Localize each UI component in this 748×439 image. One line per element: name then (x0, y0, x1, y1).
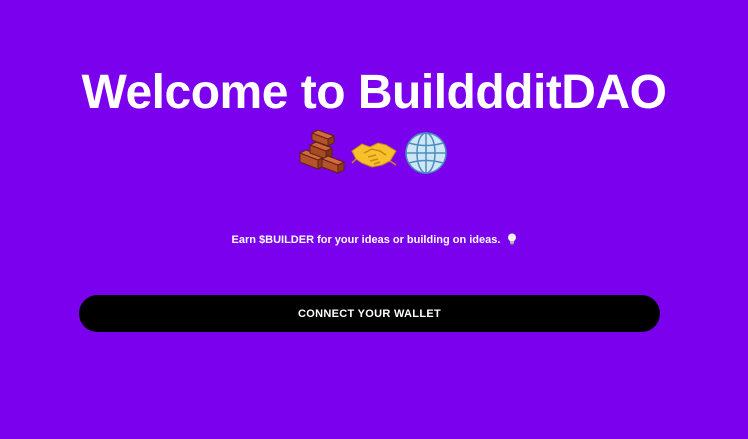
emoji-row (0, 128, 748, 178)
page-title: Welcome to BuilddditDAO (81, 66, 667, 119)
landing-page: Welcome to BuilddditDAO Earn $BUILDER fo… (0, 0, 748, 439)
lightbulb-icon (507, 233, 516, 245)
connect-wallet-button[interactable]: CONNECT YOUR WALLET (79, 295, 660, 332)
globe-icon (405, 132, 447, 174)
handshake-icon (351, 142, 397, 168)
tagline: Earn $BUILDER for your ideas or building… (0, 232, 748, 248)
tagline-text: Earn $BUILDER for your ideas or building… (231, 234, 501, 246)
bricks-icon (298, 129, 346, 174)
